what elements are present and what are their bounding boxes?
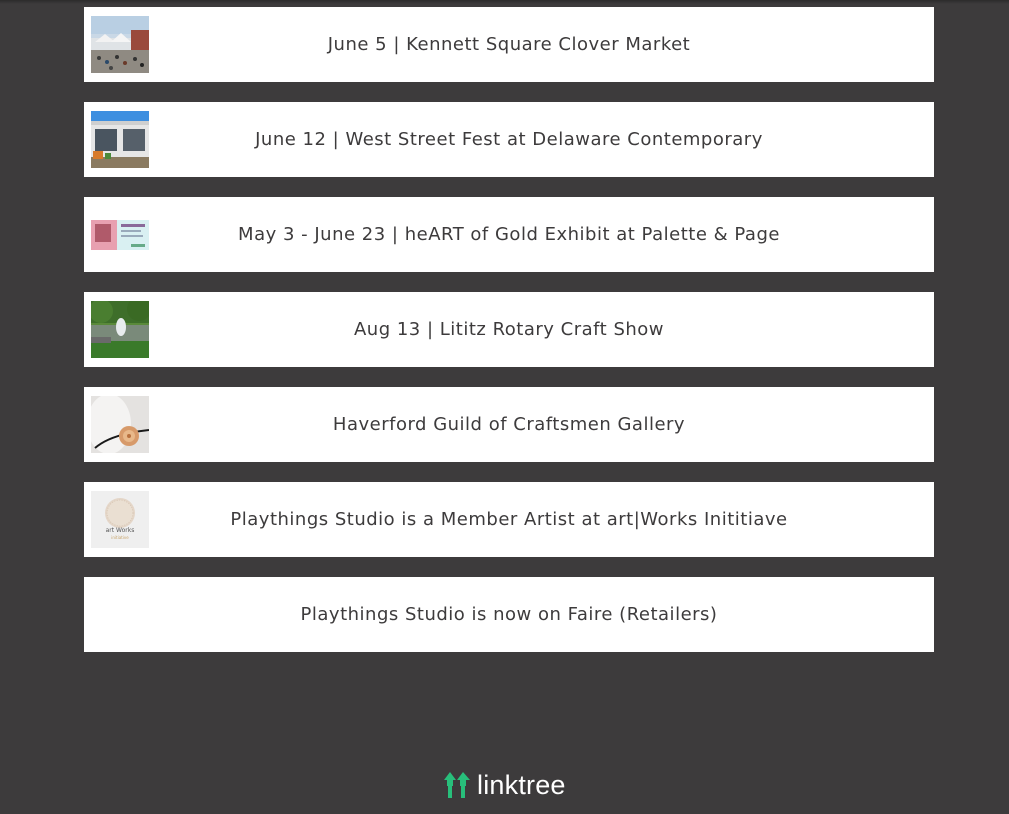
linktree-page: June 5 | Kennett Square Clover Market Ju… [0, 0, 1009, 814]
link-label: Haverford Guild of Craftsmen Gallery [332, 414, 686, 435]
link-label: Aug 13 | Lititz Rotary Craft Show [353, 319, 665, 340]
link-list: June 5 | Kennett Square Clover Market Ju… [84, 7, 934, 672]
market-photo-thumbnail [91, 16, 149, 73]
necklace-photo-thumbnail [91, 396, 149, 453]
artworks-logo-thumbnail: art Works initiative [91, 491, 149, 548]
link-west-street-fest[interactable]: June 12 | West Street Fest at Delaware C… [84, 102, 934, 177]
link-lititz-rotary-craft-show[interactable]: Aug 13 | Lititz Rotary Craft Show [84, 292, 934, 367]
artworks-logo-subtext: initiative [111, 535, 129, 540]
link-faire-retailers[interactable]: Playthings Studio is now on Faire (Retai… [84, 577, 934, 652]
exhibit-flyer-thumbnail [91, 206, 149, 263]
park-fountain-photo-thumbnail [91, 301, 149, 358]
link-label: June 5 | Kennett Square Clover Market [327, 34, 691, 55]
building-photo-thumbnail [91, 111, 149, 168]
link-label: June 12 | West Street Fest at Delaware C… [255, 129, 763, 150]
top-shadow [0, 0, 1009, 4]
link-haverford-guild[interactable]: Haverford Guild of Craftsmen Gallery [84, 387, 934, 462]
linktree-icon [444, 772, 470, 798]
artworks-logo-text: art Works [106, 527, 135, 534]
link-heart-of-gold-exhibit[interactable]: May 3 - June 23 | heART of Gold Exhibit … [84, 197, 934, 272]
link-label: Playthings Studio is now on Faire (Retai… [300, 604, 718, 625]
linktree-wordmark: linktree [477, 769, 566, 800]
link-label: May 3 - June 23 | heART of Gold Exhibit … [238, 224, 780, 245]
link-artworks-member-artist[interactable]: art Works initiative Playthings Studio i… [84, 482, 934, 557]
link-kennett-square-clover-market[interactable]: June 5 | Kennett Square Clover Market [84, 7, 934, 82]
linktree-logo[interactable]: linktree [443, 770, 566, 800]
link-label: Playthings Studio is a Member Artist at … [230, 509, 788, 530]
